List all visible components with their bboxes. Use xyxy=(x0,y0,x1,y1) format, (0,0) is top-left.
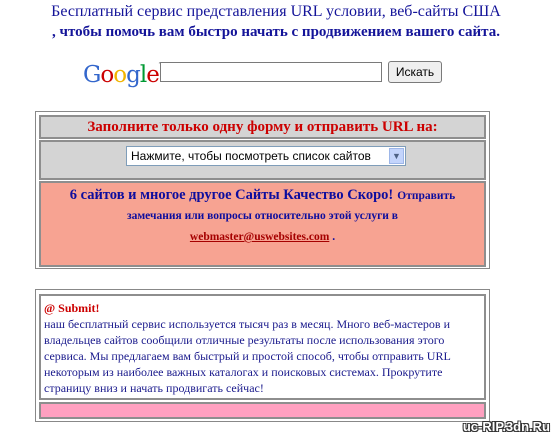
submit-description: @ Submit! наш бесплатный сервис использу… xyxy=(39,294,486,400)
info-headline: 6 сайтов и многое другое Сайты Качество … xyxy=(69,187,394,203)
submit-body: наш бесплатный сервис используется тысяч… xyxy=(44,317,451,395)
info-suffix: . xyxy=(329,231,336,243)
site-list-dropdown[interactable]: Нажмите, чтобы посмотреть список сайтов … xyxy=(126,146,406,166)
google-logo: GoogleTM xyxy=(83,62,170,88)
info-block: 6 сайтов и многое другое Сайты Качество … xyxy=(39,181,486,267)
submit-title: @ Submit! xyxy=(44,301,100,315)
search-input[interactable] xyxy=(160,62,382,82)
submit-info-panel: @ Submit! наш бесплатный сервис использу… xyxy=(35,289,490,422)
site-select-row: Нажмите, чтобы посмотреть список сайтов … xyxy=(39,140,486,180)
info-line-2: замечания или вопросы относительно этой … xyxy=(126,210,399,222)
intro-line-2: , чтобы помочь вам быстро начать с продв… xyxy=(52,24,500,40)
pink-footer-bar xyxy=(39,402,486,419)
chevron-down-icon[interactable]: ▼ xyxy=(389,148,404,164)
intro-line-1: Бесплатный сервис представления URL усло… xyxy=(51,3,501,20)
info-send-label: Отправить xyxy=(397,190,456,202)
form-heading: Заполните только одну форму и отправить … xyxy=(39,115,486,139)
intro-text: Бесплатный сервис представления URL усло… xyxy=(0,2,552,42)
watermark: uc-RIP.3dn.Ru xyxy=(462,419,550,434)
webmaster-email-link[interactable]: webmaster@uswebsites.com xyxy=(190,231,329,243)
submit-form-panel: Заполните только одну форму и отправить … xyxy=(35,111,490,269)
dropdown-selected-text: Нажмите, чтобы посмотреть список сайтов xyxy=(131,149,371,163)
search-button[interactable]: Искать xyxy=(388,61,442,83)
